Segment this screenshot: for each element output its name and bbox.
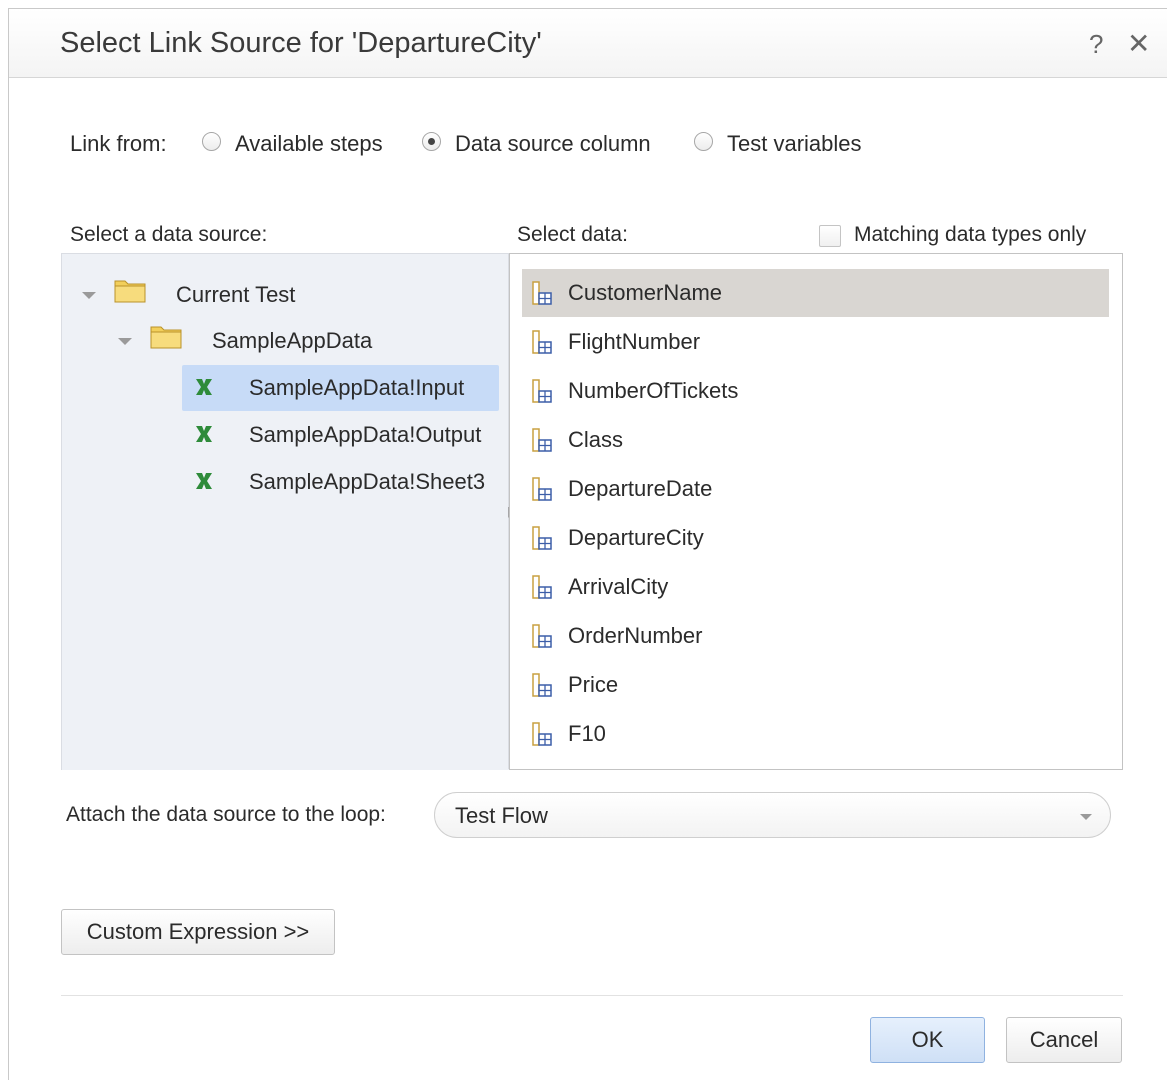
column-icon: [532, 575, 552, 599]
radio-button[interactable]: [422, 132, 441, 151]
radio-button[interactable]: [202, 132, 221, 151]
checkbox-label: Matching data types only: [854, 223, 1087, 246]
column-label: CustomerName: [568, 280, 723, 305]
tree-label: SampleAppData: [212, 328, 373, 353]
radio-label: Test variables: [727, 131, 862, 156]
column-icon: [532, 624, 552, 648]
radio-label: Data source column: [455, 131, 651, 156]
excel-icon: [196, 473, 212, 489]
tree-node-output-sheet[interactable]: SampleAppData!Output: [182, 412, 509, 456]
column-icon: [532, 428, 552, 452]
folder-icon: [114, 280, 146, 303]
column-label: F10: [568, 721, 606, 746]
data-source-tree: Current Test SampleAppData SampleAppData…: [61, 253, 509, 770]
link-source-dialog: Select Link Source for 'DepartureCity' ?…: [8, 8, 1167, 1080]
radio-button[interactable]: [694, 132, 713, 151]
ok-button[interactable]: OK: [870, 1017, 985, 1063]
column-item[interactable]: CustomerName: [522, 269, 1109, 317]
column-icon: [532, 526, 552, 550]
checkbox-box[interactable]: [819, 225, 841, 247]
link-from-label: Link from:: [70, 131, 167, 156]
column-item[interactable]: OrderNumber: [522, 612, 1109, 660]
column-item[interactable]: DepartureCity: [522, 514, 1109, 562]
tree-label: Current Test: [176, 282, 296, 307]
tree-node-sheet3[interactable]: SampleAppData!Sheet3: [182, 459, 509, 503]
column-label: Class: [568, 427, 624, 452]
column-item[interactable]: ArrivalCity: [522, 563, 1109, 611]
dialog-titlebar: Select Link Source for 'DepartureCity' ?…: [9, 9, 1167, 78]
column-item[interactable]: Class: [522, 416, 1109, 464]
tree-label: SampleAppData!Output: [249, 422, 482, 447]
column-item[interactable]: FlightNumber: [522, 318, 1109, 366]
dialog-title: Select Link Source for 'DepartureCity': [60, 27, 542, 59]
column-item[interactable]: F10: [522, 710, 1109, 758]
data-columns-list: CustomerName FlightNumber NumberOfTicket…: [509, 253, 1123, 770]
expand-arrow-icon[interactable]: [82, 292, 96, 299]
tree-node-sampleappdata[interactable]: SampleAppData: [62, 318, 502, 362]
tree-node-current-test[interactable]: Current Test: [62, 272, 502, 316]
column-item[interactable]: DepartureDate: [522, 465, 1109, 513]
data-source-label: Select a data source:: [70, 223, 268, 246]
column-icon: [532, 330, 552, 354]
tree-node-input-sheet[interactable]: SampleAppData!Input: [182, 365, 499, 411]
column-icon: [532, 281, 552, 305]
column-item[interactable]: NumberOfTickets: [522, 367, 1109, 415]
excel-icon: [196, 379, 212, 395]
footer-divider: [61, 995, 1123, 996]
loop-select-value: Test Flow: [455, 803, 548, 828]
column-icon: [532, 379, 552, 403]
custom-expression-button[interactable]: Custom Expression >>: [61, 909, 335, 955]
tree-label: SampleAppData!Input: [249, 375, 465, 400]
help-button[interactable]: ?: [1089, 29, 1103, 60]
column-icon: [532, 477, 552, 501]
column-icon: [532, 722, 552, 746]
column-label: DepartureCity: [568, 525, 704, 550]
column-label: DepartureDate: [568, 476, 713, 501]
chevron-down-icon[interactable]: [1080, 814, 1092, 820]
radio-label: Available steps: [235, 131, 383, 156]
column-label: Price: [568, 672, 619, 697]
excel-icon: [196, 426, 212, 442]
cancel-button[interactable]: Cancel: [1006, 1017, 1122, 1063]
column-icon: [532, 673, 552, 697]
select-data-label: Select data:: [517, 223, 628, 246]
column-label: FlightNumber: [568, 329, 701, 354]
column-label: OrderNumber: [568, 623, 703, 648]
folder-icon: [150, 326, 182, 349]
loop-label: Attach the data source to the loop:: [66, 803, 386, 826]
column-item[interactable]: Price: [522, 661, 1109, 709]
tree-label: SampleAppData!Sheet3: [249, 469, 486, 494]
close-button[interactable]: ✕: [1127, 27, 1150, 60]
expand-arrow-icon[interactable]: [118, 338, 132, 345]
column-label: ArrivalCity: [568, 574, 669, 599]
loop-select[interactable]: Test Flow: [434, 792, 1111, 838]
column-label: NumberOfTickets: [568, 378, 739, 403]
